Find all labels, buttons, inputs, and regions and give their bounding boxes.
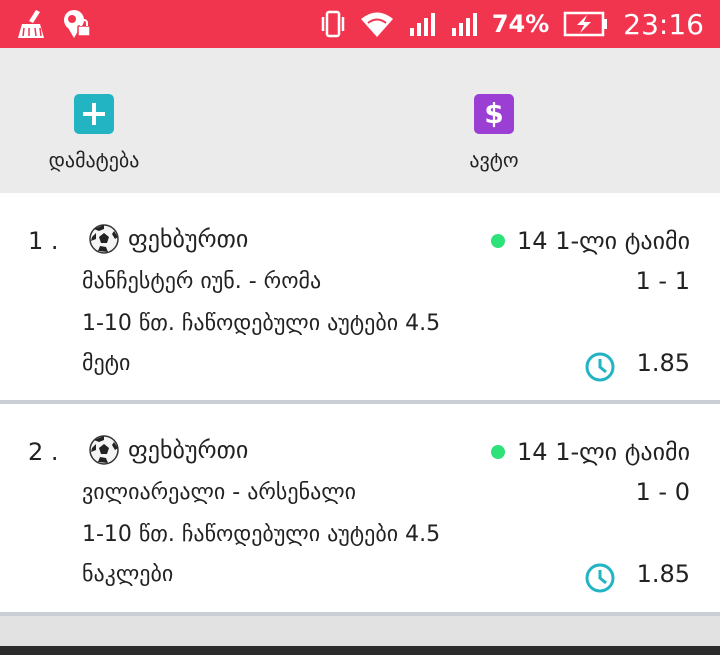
auto-button-label: ავტო	[469, 148, 519, 172]
plus-icon	[74, 94, 114, 134]
bet-selection: ნაკლები	[82, 562, 174, 587]
action-bar: დამატება $ ავტო	[0, 48, 720, 193]
live-indicator	[491, 445, 506, 459]
bet-number: 2 .	[28, 438, 59, 466]
signal-icon	[409, 13, 435, 36]
clock-icon	[585, 563, 615, 593]
status-bar: 74% 23:16	[0, 0, 720, 48]
clock-time: 23:16	[623, 7, 704, 41]
match-time: 14 1-ლი ტაიმი	[517, 438, 690, 466]
vibrate-icon	[321, 10, 345, 38]
bottom-bar	[0, 646, 720, 655]
clock-icon	[585, 352, 615, 382]
bet-selection: მეტი	[82, 351, 131, 376]
signal-icon	[451, 13, 477, 36]
cleaner-broom-icon	[18, 10, 44, 38]
bet-number: 1 .	[28, 227, 59, 255]
bet-market: 1-10 წთ. ჩაწოდებული აუტები 4.5	[82, 522, 441, 547]
soccer-ball-icon	[89, 224, 119, 254]
battery-charging-icon	[564, 11, 608, 37]
battery-percent: 74%	[491, 10, 550, 38]
bet-market: 1-10 წთ. ჩაწოდებული აუტები 4.5	[82, 311, 441, 336]
match-teams: მანჩესტერ იუნ. - რომა	[82, 269, 322, 294]
live-indicator	[491, 234, 506, 248]
match-time: 14 1-ლი ტაიმი	[517, 227, 690, 255]
match-status: 14 1-ლი ტაიმი	[491, 438, 690, 466]
add-button-label: დამატება	[48, 148, 140, 172]
soccer-ball-icon	[89, 435, 119, 465]
bet-card[interactable]: 2 . ფეხბურთი 14 1-ლი ტაიმი ვილიარეალი - …	[0, 404, 720, 616]
bet-odds: 1.85	[636, 560, 690, 588]
wifi-icon	[360, 12, 393, 37]
add-button[interactable]: დამატება	[40, 94, 148, 172]
match-score: 1 - 0	[635, 478, 690, 506]
bet-card[interactable]: 1 . ფეხბურთი 14 1-ლი ტაიმი მანჩესტერ იუნ…	[0, 193, 720, 404]
sport-header: ფეხბურთი	[88, 434, 248, 466]
match-status: 14 1-ლი ტაიმი	[491, 227, 690, 255]
sport-name: ფეხბურთი	[128, 436, 249, 464]
bet-odds: 1.85	[636, 349, 690, 377]
list-footer	[0, 616, 720, 646]
dollar-icon: $	[474, 94, 514, 134]
match-teams: ვილიარეალი - არსენალი	[82, 480, 357, 505]
sport-name: ფეხბურთი	[128, 225, 249, 253]
sport-header: ფეხბურთი	[88, 223, 248, 255]
location-lock-icon	[64, 10, 91, 38]
auto-button[interactable]: $ ავტო	[440, 94, 548, 172]
match-score: 1 - 1	[635, 267, 690, 295]
